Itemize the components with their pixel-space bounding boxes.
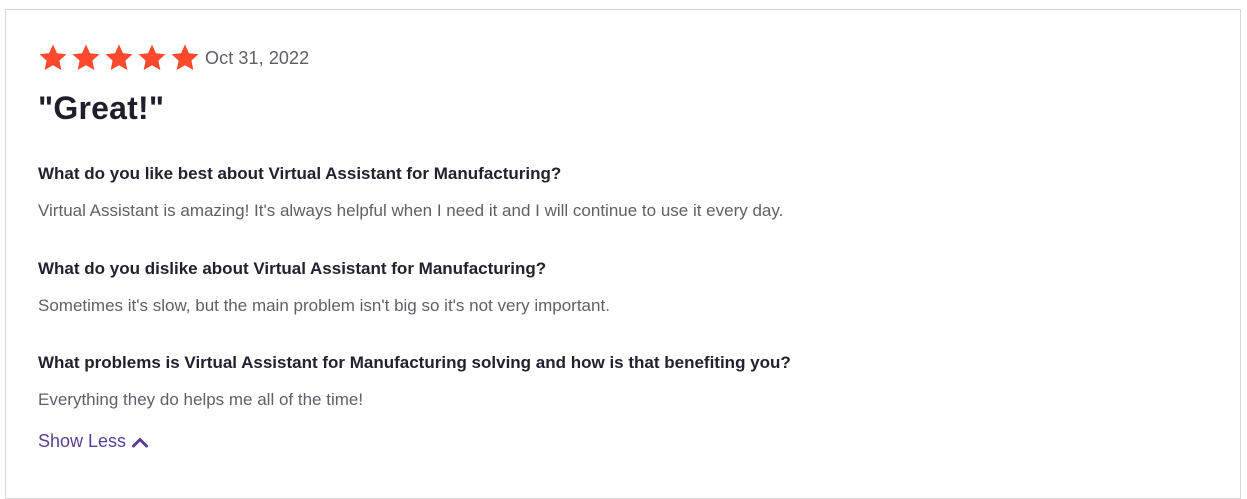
show-less-label: Show Less	[38, 431, 127, 451]
question-dislike: What do you dislike about Virtual Assist…	[38, 259, 547, 278]
review-title: "Great!"	[38, 90, 165, 126]
star-icon	[170, 43, 200, 73]
answer-dislike: Sometimes it's slow, but the main proble…	[38, 296, 610, 315]
star-icon	[104, 43, 134, 73]
review-section-problems: What problems is Virtual Assistant for M…	[38, 352, 791, 411]
answer-like-best: Virtual Assistant is amazing! It's alway…	[38, 201, 784, 220]
review-card: Oct 31, 2022 "Great!" What do you like b…	[5, 9, 1241, 499]
review-date: Oct 31, 2022	[205, 47, 310, 68]
chevron-up-icon	[132, 436, 149, 448]
question-problems-solved: What problems is Virtual Assistant for M…	[38, 353, 791, 372]
star-icon	[38, 43, 68, 73]
answer-problems-solved: Everything they do helps me all of the t…	[38, 390, 364, 409]
rating-row: Oct 31, 2022	[38, 43, 309, 73]
question-like-best: What do you like best about Virtual Assi…	[38, 164, 562, 183]
review-section-like: What do you like best about Virtual Assi…	[38, 163, 783, 222]
review-section-dislike: What do you dislike about Virtual Assist…	[38, 258, 610, 317]
star-icon	[137, 43, 167, 73]
show-less-link[interactable]: Show Less	[38, 431, 149, 452]
star-icon	[71, 43, 101, 73]
star-rating	[38, 43, 203, 73]
